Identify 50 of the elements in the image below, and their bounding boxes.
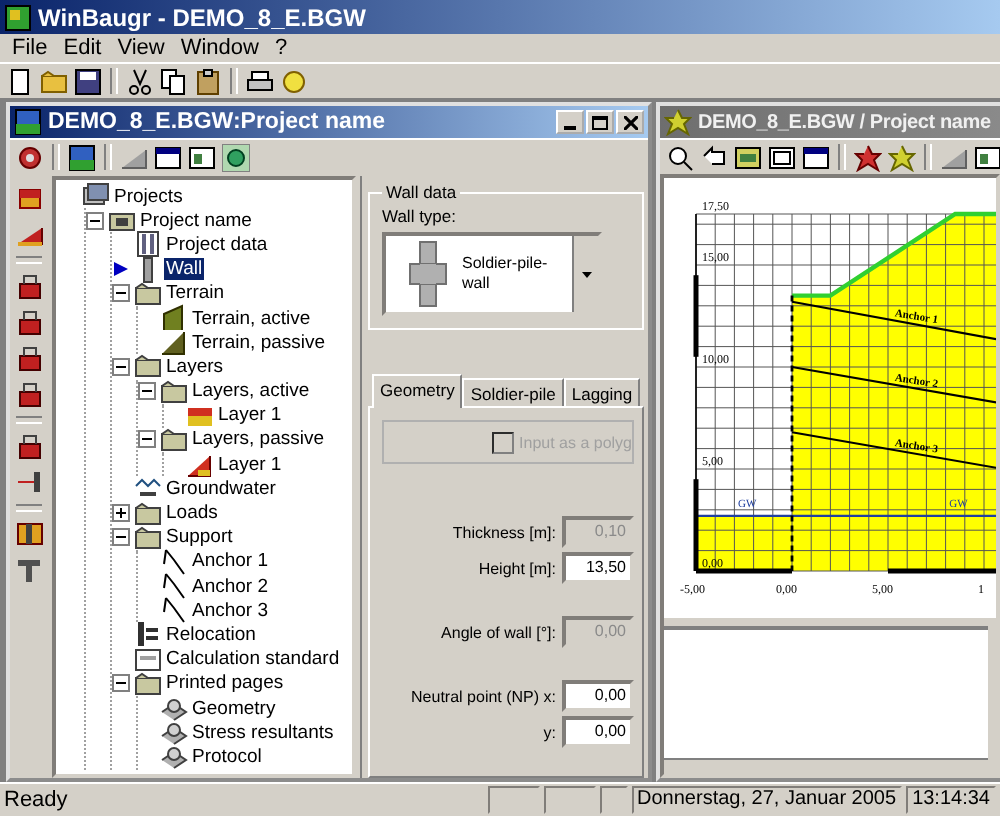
tree-item[interactable]: Projects	[112, 185, 185, 208]
input-field[interactable]: 0,00	[562, 716, 634, 748]
tab[interactable]: Geometry	[372, 374, 463, 408]
input-field[interactable]: 0,00	[562, 680, 634, 712]
tree-item[interactable]: Loads	[164, 502, 220, 525]
tree-item[interactable]: Anchor 2	[190, 575, 271, 598]
dropdown-value: Soldier-pile- wall	[462, 254, 550, 294]
status-date: Donnerstag, 27, Januar 2005	[631, 786, 903, 814]
menu-item[interactable]: Window	[172, 36, 267, 60]
tree-item[interactable]: Project name	[138, 209, 254, 232]
field-label: Height [m]:	[478, 559, 556, 577]
status-time: 13:14:34	[906, 786, 996, 814]
field-label: Neutral point (NP) x:	[411, 687, 556, 705]
app-title: WinBaugr - DEMO_8_E.BGW	[38, 3, 366, 31]
menu-item[interactable]: Edit	[55, 36, 110, 60]
tree-item[interactable]: Printed pages	[164, 672, 286, 695]
field-label: Wall type:	[382, 206, 459, 226]
window-title: DEMO_8_E.BGW / Project name	[698, 111, 993, 133]
tree-item[interactable]: Layers, active	[190, 380, 312, 403]
tree-item[interactable]: Relocation	[164, 623, 258, 646]
tree-item[interactable]: Geometry	[190, 697, 278, 720]
tree-item[interactable]: Layers, passive	[190, 428, 327, 451]
tree-item[interactable]: Wall	[164, 258, 205, 281]
field-label: y:	[543, 723, 556, 741]
tree-item[interactable]: Terrain, passive	[190, 331, 328, 354]
tree-item[interactable]: Calculation standard	[164, 648, 342, 671]
tree-item[interactable]: Groundwater	[164, 477, 278, 500]
window-title: DEMO_8_E.BGW:Project name	[48, 110, 388, 134]
tree-item[interactable]: Layer 1	[216, 404, 284, 427]
group-title: Wall data	[382, 182, 461, 202]
tree-item[interactable]: Project data	[164, 233, 270, 256]
tree-item[interactable]: Layers	[164, 355, 226, 378]
field-label: Angle of wall [°]:	[441, 623, 556, 641]
tab[interactable]: Soldier-pile	[462, 378, 564, 408]
menu-item[interactable]: File	[4, 36, 56, 60]
tree-item[interactable]: Anchor 3	[190, 599, 271, 622]
tab[interactable]: Lagging	[563, 378, 641, 408]
menu-item[interactable]: ?	[266, 36, 296, 60]
tree-item[interactable]: Layer 1	[216, 453, 284, 476]
tree-item[interactable]: Stress resultants	[190, 721, 336, 744]
input-field[interactable]: 13,50	[562, 552, 634, 584]
tree-item[interactable]: Terrain	[164, 282, 227, 305]
tree-item[interactable]: Protocol	[190, 745, 264, 768]
wall-type-dropdown[interactable]: Soldier-pile- wall	[382, 232, 602, 316]
menu-item[interactable]: View	[109, 36, 173, 60]
tree-item[interactable]: Terrain, active	[190, 307, 313, 330]
status-message: Ready	[4, 788, 70, 812]
tree-item[interactable]: Anchor 1	[190, 550, 271, 573]
field-label: Thickness [m]:	[452, 523, 556, 541]
tree-item[interactable]: Support	[164, 526, 235, 549]
